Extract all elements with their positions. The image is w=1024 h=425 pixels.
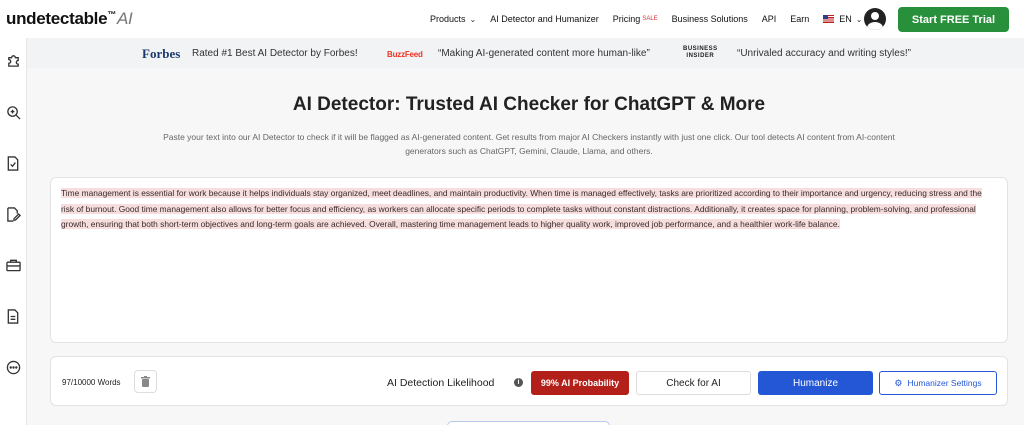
ai-probability-badge: 99% AI Probability [531, 371, 629, 395]
more-icon[interactable] [5, 359, 21, 375]
detection-toolbar: 97/10000 Words AI Detection Likelihood i… [50, 356, 1008, 406]
buzzfeed-logo: BuzzFeed [387, 50, 423, 59]
bi-line1: BUSINESS [683, 46, 718, 52]
business-insider-logo: BUSINESS INSIDER [683, 46, 718, 60]
nav-item-api[interactable]: API [762, 14, 777, 24]
settings-label: Humanizer Settings [907, 378, 982, 388]
nav-item-pricing[interactable]: Pricing SALE [613, 14, 658, 24]
puzzle-icon[interactable] [5, 52, 21, 68]
page-subtitle: Paste your text into our AI Detector to … [163, 132, 895, 156]
top-navbar: undetectable™AI Products ⌄ AI Detector a… [0, 0, 1024, 38]
nav-item-label: Business Solutions [671, 14, 748, 24]
start-free-trial-button[interactable]: Start FREE Trial [898, 7, 1009, 32]
nav-item-products[interactable]: Products ⌄ [430, 14, 476, 24]
nav-menu: Products ⌄ AI Detector and Humanizer Pri… [430, 0, 876, 38]
sale-badge: SALE [642, 16, 658, 22]
nav-item-label: Earn [790, 14, 810, 24]
logo-trademark: ™ [107, 9, 116, 20]
detection-likelihood-label: AI Detection Likelihood [387, 377, 495, 389]
chevron-down-icon: ⌄ [855, 14, 863, 24]
forbes-quote: Rated #1 Best AI Detector by Forbes! [192, 48, 358, 59]
site-logo[interactable]: undetectable™AI [6, 9, 133, 29]
trash-icon [141, 376, 150, 387]
humanize-button[interactable]: Humanize [758, 371, 873, 395]
nav-item-label: Products [430, 14, 466, 24]
press-bar: Forbes Rated #1 Best AI Detector by Forb… [27, 38, 1024, 68]
nav-item-earn[interactable]: Earn [790, 14, 809, 24]
user-avatar-icon[interactable] [864, 8, 886, 30]
editor-content[interactable]: Time management is essential for work be… [61, 186, 991, 233]
word-count: 97/10000 Words [62, 378, 121, 387]
nav-item-ai-detector[interactable]: AI Detector and Humanizer [490, 14, 599, 24]
gear-icon: ⚙ [894, 377, 903, 388]
text-editor[interactable]: Time management is essential for work be… [50, 177, 1008, 343]
search-zoom-icon[interactable] [5, 104, 21, 120]
highlighted-text: Time management is essential for work be… [61, 188, 982, 230]
partial-button[interactable] [447, 421, 610, 425]
business-insider-quote: “Unrivaled accuracy and writing styles!” [737, 48, 911, 59]
logo-ai: AI [116, 9, 133, 28]
chevron-down-icon: ⌄ [469, 14, 477, 24]
document-check-icon[interactable] [5, 155, 21, 171]
nav-item-business[interactable]: Business Solutions [672, 14, 748, 24]
check-for-ai-button[interactable]: Check for AI [636, 371, 751, 395]
language-label: EN [839, 14, 852, 24]
humanizer-settings-button[interactable]: ⚙ Humanizer Settings [879, 371, 997, 395]
briefcase-icon[interactable] [5, 257, 21, 273]
edit-document-icon[interactable] [5, 206, 21, 222]
language-selector[interactable]: EN ⌄ [823, 14, 862, 24]
forbes-logo: Forbes [142, 46, 181, 61]
nav-item-label: Pricing [612, 14, 641, 24]
bi-line2: INSIDER [686, 53, 715, 59]
left-sidebar [0, 38, 27, 425]
nav-item-label: API [761, 14, 777, 24]
document-text-icon[interactable] [5, 308, 21, 324]
page-title: AI Detector: Trusted AI Checker for Chat… [292, 94, 766, 115]
logo-text: undetectable [6, 9, 108, 28]
clear-text-button[interactable] [134, 370, 157, 393]
nav-item-label: AI Detector and Humanizer [490, 14, 599, 24]
us-flag-icon [823, 15, 835, 23]
info-icon[interactable]: i [514, 378, 523, 387]
buzzfeed-quote: “Making AI-generated content more human-… [438, 48, 650, 59]
